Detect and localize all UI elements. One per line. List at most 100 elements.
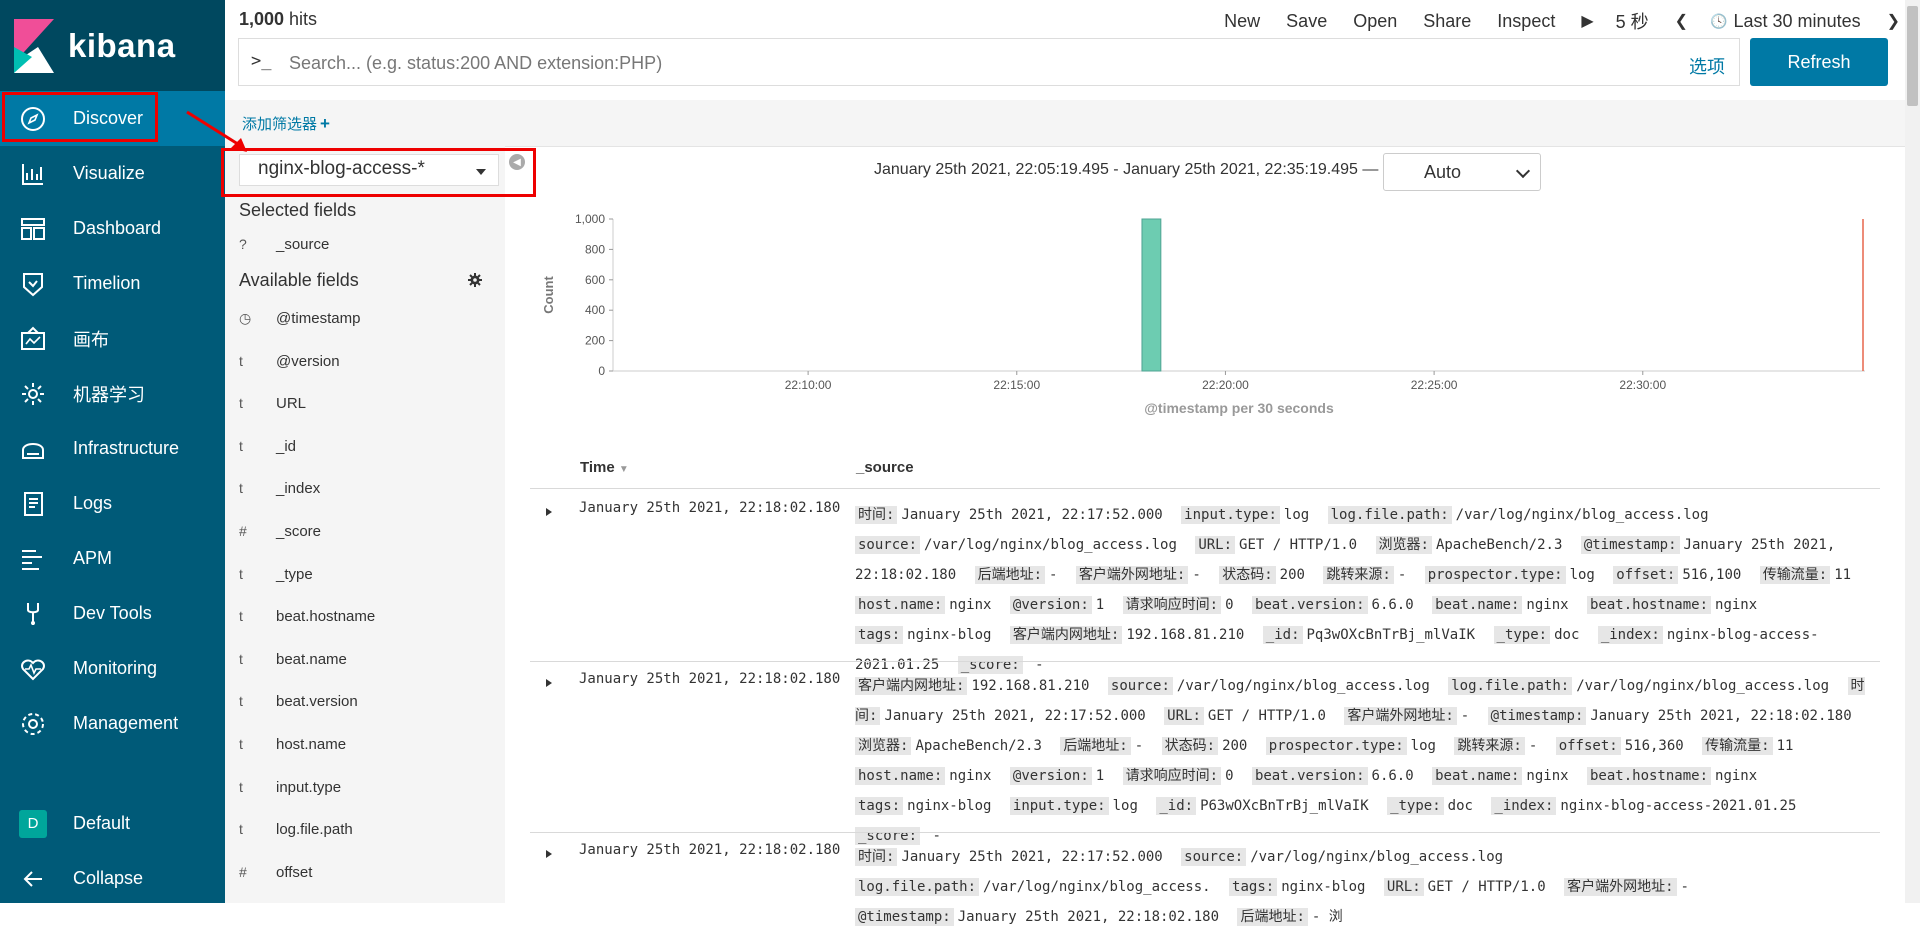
source-value: January 25th 2021, 22:18:02.180 <box>957 909 1220 925</box>
field-type-icon: # <box>239 523 247 539</box>
field-item[interactable]: t input.type <box>239 779 499 803</box>
row-divider <box>530 661 1880 662</box>
selected-fields-title: Selected fields <box>239 200 357 220</box>
source-value: January 25th 2021, 22:17:52.000 <box>901 849 1163 865</box>
refresh-interval[interactable]: 5 秒 <box>1616 8 1649 34</box>
source-value: 192.168.81.210 <box>971 678 1090 694</box>
source-value: - <box>1134 738 1144 754</box>
sidebar-item-label: Timelion <box>73 273 141 293</box>
source-key: 后端地址: <box>974 566 1046 584</box>
chevron-right-icon[interactable]: ❯ <box>1887 11 1900 31</box>
field-name: offset <box>276 863 313 881</box>
kibana-logo[interactable]: kibana <box>0 0 225 92</box>
sidebar-item-machine-learning[interactable]: 机器学习 <box>0 366 225 421</box>
field-item[interactable]: t beat.name <box>239 651 499 675</box>
sidebar-item-dev-tools[interactable]: Dev Tools <box>0 586 225 641</box>
sidebar-item-label: Logs <box>73 493 113 513</box>
play-icon[interactable]: ▶ <box>1581 11 1593 31</box>
sidebar-item-canvas[interactable]: 画布 <box>0 311 225 366</box>
source-value: Pq3wOXcBnTrBj_mlVaIK <box>1306 627 1476 643</box>
y-tick-label: 800 <box>585 242 605 256</box>
share-button[interactable]: Share <box>1423 11 1471 32</box>
hits-number: 1,000 <box>239 9 285 29</box>
source-value: /var/log/nginx/blog_access. <box>983 879 1211 895</box>
field-name: @version <box>276 352 340 370</box>
source-key: _type: <box>1387 797 1444 815</box>
inspect-button[interactable]: Inspect <box>1497 11 1555 32</box>
source-value: log <box>1283 507 1310 523</box>
field-item[interactable]: t URL <box>239 395 499 419</box>
query-options-link[interactable]: 选项 <box>1689 53 1725 79</box>
field-type-icon: # <box>239 863 247 880</box>
new-button[interactable]: New <box>1224 11 1260 32</box>
source-key: prospector.type: <box>1424 566 1566 584</box>
sidebar-item-dashboard[interactable]: Dashboard <box>0 201 225 256</box>
field-type-icon: ? <box>239 236 247 252</box>
space-selector[interactable]: D Default <box>0 796 225 851</box>
field-type-icon: t <box>239 736 243 752</box>
sidebar-item-infrastructure[interactable]: Infrastructure <box>0 421 225 476</box>
sidebar-item-timelion[interactable]: Timelion <box>0 256 225 311</box>
source-value: log <box>1112 798 1138 814</box>
source-key: log.file.path: <box>1448 677 1573 695</box>
chevron-down-icon <box>1515 163 1531 179</box>
sidebar-item-management[interactable]: Management <box>0 696 225 751</box>
chevron-left-icon[interactable]: ❮ <box>1675 11 1688 31</box>
save-button[interactable]: Save <box>1286 11 1327 32</box>
field-item[interactable]: ? _source <box>239 236 499 260</box>
add-filter-button[interactable]: 添加筛选器 + <box>242 113 330 134</box>
field-item[interactable]: ◷ @timestamp <box>239 310 499 334</box>
source-value: /var/log/nginx/blog_access.log <box>924 537 1177 553</box>
filter-bar: 添加筛选器 + <box>225 100 1905 147</box>
source-value: 192.168.81.210 <box>1126 627 1245 643</box>
field-item[interactable]: t _type <box>239 566 499 590</box>
source-value: doc <box>1447 798 1473 814</box>
field-item[interactable]: t @version <box>239 353 499 377</box>
field-item[interactable]: t beat.version <box>239 693 499 717</box>
expand-row-icon[interactable] <box>546 508 552 516</box>
sidebar-item-monitoring[interactable]: Monitoring <box>0 641 225 696</box>
source-key: URL: <box>1195 536 1236 554</box>
source-value: 516,360 <box>1624 738 1684 754</box>
field-type-icon: t <box>239 608 243 625</box>
page-scrollbar[interactable] <box>1905 0 1920 903</box>
field-item[interactable]: # offset <box>239 864 499 888</box>
expand-row-icon[interactable] <box>546 679 552 687</box>
field-item[interactable]: t _index <box>239 480 499 504</box>
sidebar-item-logs[interactable]: Logs <box>0 476 225 531</box>
interval-select[interactable]: Auto <box>1383 153 1541 191</box>
refresh-button[interactable]: Refresh <box>1750 38 1888 86</box>
field-item[interactable]: t host.name <box>239 736 499 760</box>
collapse-button[interactable]: Collapse <box>0 851 225 906</box>
search-input[interactable] <box>287 47 1591 79</box>
field-item[interactable]: t _id <box>239 438 499 462</box>
field-item[interactable]: t log.file.path <box>239 821 499 845</box>
source-key: offset: <box>1555 737 1621 755</box>
source-key: @timestamp: <box>1580 536 1680 554</box>
field-item[interactable]: # _score <box>239 523 499 547</box>
gear-icon[interactable] <box>468 273 482 287</box>
y-tick-label: 0 <box>598 364 605 378</box>
source-value: 11 <box>1834 567 1852 583</box>
field-type-icon: t <box>239 395 243 412</box>
field-item[interactable]: t beat.hostname <box>239 608 499 632</box>
x-axis-label: @timestamp per 30 seconds <box>1144 400 1334 416</box>
source-key: 浏览器: <box>855 737 912 755</box>
source-key: 后端地址: <box>1060 737 1131 755</box>
source-key: URL: <box>1383 878 1424 896</box>
col-header-time[interactable]: Time ▼ <box>580 459 629 476</box>
y-axis-label: Count <box>541 276 556 314</box>
open-button[interactable]: Open <box>1353 11 1397 32</box>
expand-row-icon[interactable] <box>546 850 552 858</box>
brand-name: kibana <box>68 27 176 64</box>
table-row: January 25th 2021, 22:18:02.180 客户端内网地址: 1… <box>530 671 1880 845</box>
field-name: _index <box>276 480 321 498</box>
histogram-chart: 0 200 400 600 800 1,000 22:10:00 22:15:00 22:20:… <box>535 205 1875 435</box>
interval-value: Auto <box>1424 162 1462 182</box>
sidebar-item-apm[interactable]: APM <box>0 531 225 586</box>
sidebar-item-label: Infrastructure <box>73 438 180 458</box>
y-tick-label: 600 <box>585 273 605 287</box>
x-tick-label: 22:25:00 <box>1411 378 1458 392</box>
time-range-picker[interactable]: Last 30 minutes <box>1734 11 1861 32</box>
scroll-thumb[interactable] <box>1907 6 1918 106</box>
